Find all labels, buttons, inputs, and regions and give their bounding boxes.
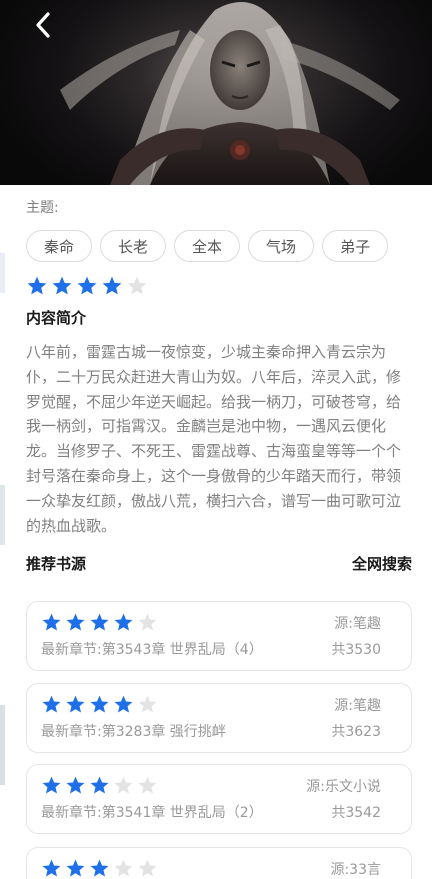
star-filled-icon (114, 695, 133, 713)
star-filled-icon (90, 776, 109, 794)
intro-text: 八年前，雷霆古城一夜惊变，少城主秦命押入青云宗为仆，二十万民众赶进大青山为奴。八… (26, 343, 402, 535)
background-sliver (0, 705, 5, 785)
tag-chip[interactable]: 全本 (174, 230, 241, 262)
source-rating (41, 775, 158, 796)
book-detail-content: 主题: 秦命 长老 全本 气场 弟子 内容简介 八年前，雷霆古城一夜惊变，少城主… (0, 185, 432, 879)
tag-chip[interactable]: 弟子 (322, 230, 389, 262)
theme-tags: 秦命 长老 全本 气场 弟子 (26, 230, 389, 262)
star-filled-icon (66, 613, 85, 631)
star-filled-icon (90, 613, 109, 631)
star-filled-icon (42, 776, 61, 794)
star-filled-icon (90, 695, 109, 713)
tag-chip[interactable]: 长老 (100, 230, 167, 262)
cover-image (0, 0, 432, 185)
star-filled-icon (52, 276, 72, 295)
star-empty-icon (127, 276, 147, 295)
star-filled-icon (102, 276, 122, 295)
star-filled-icon (42, 613, 61, 631)
source-name: 源:笔趣 (334, 698, 381, 714)
star-filled-icon (42, 859, 61, 877)
cover-art (60, 1, 400, 185)
theme-label: 主题: (26, 200, 59, 216)
chapter-count: 共3542 (331, 805, 381, 821)
sources-title: 推荐书源 (26, 555, 87, 573)
chevron-left-icon (36, 12, 50, 38)
star-empty-icon (114, 776, 133, 794)
source-rating (41, 612, 158, 633)
sources-header: 推荐书源 全网搜索 (26, 553, 412, 574)
star-filled-icon (66, 695, 85, 713)
search-all-button[interactable]: 全网搜索 (352, 553, 412, 574)
star-filled-icon (27, 276, 47, 295)
latest-chapter: 最新章节:第3283章 强行挑衅 (41, 724, 226, 740)
background-sliver (0, 485, 5, 545)
star-empty-icon (138, 613, 157, 631)
star-filled-icon (66, 859, 85, 877)
star-filled-icon (66, 776, 85, 794)
source-card[interactable]: 源:乐文小说 最新章节:第3541章 世界乱局（2） 共3542 (26, 764, 412, 834)
star-filled-icon (42, 695, 61, 713)
book-rating (26, 275, 148, 297)
star-empty-icon (114, 859, 133, 877)
star-filled-icon (114, 613, 133, 631)
background-sliver (0, 253, 5, 293)
source-card[interactable]: 源:笔趣 最新章节:第3283章 强行挑衅 共3623 (26, 683, 412, 753)
source-card[interactable]: 源:笔趣 最新章节:第3543章 世界乱局（4） 共3530 (26, 601, 412, 671)
star-empty-icon (138, 695, 157, 713)
source-card[interactable]: 源:33言 (26, 847, 412, 879)
chapter-count: 共3530 (331, 642, 381, 658)
intro-title: 内容简介 (26, 309, 87, 327)
star-empty-icon (138, 776, 157, 794)
star-filled-icon (90, 859, 109, 877)
star-empty-icon (138, 859, 157, 877)
tag-chip[interactable]: 秦命 (26, 230, 93, 262)
source-name: 源:乐文小说 (306, 779, 381, 795)
source-rating (41, 858, 158, 879)
chapter-count: 共3623 (331, 724, 381, 740)
back-button[interactable] (26, 8, 60, 42)
source-rating (41, 694, 158, 715)
tag-chip[interactable]: 气场 (248, 230, 315, 262)
source-name: 源:笔趣 (334, 616, 381, 632)
latest-chapter: 最新章节:第3541章 世界乱局（2） (41, 805, 263, 821)
source-name: 源:33言 (330, 862, 381, 878)
star-filled-icon (77, 276, 97, 295)
latest-chapter: 最新章节:第3543章 世界乱局（4） (41, 642, 263, 658)
